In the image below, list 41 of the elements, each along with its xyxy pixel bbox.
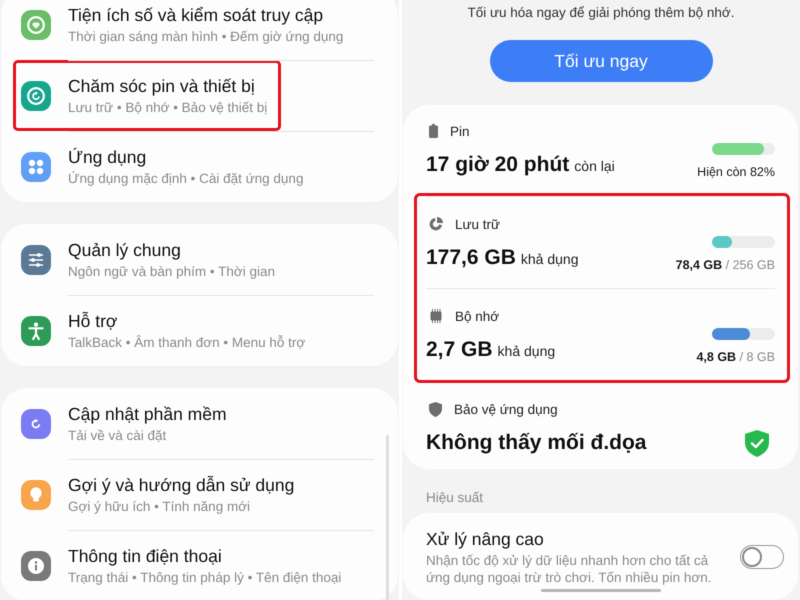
item-title[interactable]: Cập nhật phần mềm	[68, 404, 227, 424]
meter-value: 17 giờ 20 phút	[426, 152, 570, 178]
item-title[interactable]: Thông tin điện thoại	[68, 546, 342, 566]
battery-icon	[429, 124, 438, 138]
setting-description: Nhận tốc độ xử lý dữ liệu nhanh hơn cho tất cả ứng dụng ngoại trừ trò chơi. Tốn nhiều pin hơn.	[426, 552, 712, 586]
item-subtitle: Gợi ý hữu ích • Tính năng mới	[68, 498, 252, 514]
section-header: Hiệu suất	[426, 490, 484, 506]
shield-icon	[429, 402, 442, 416]
item-subtitle: Ứng dụng mặc định • Cài đặt ứng dụng	[68, 170, 304, 186]
pie-icon	[429, 217, 443, 231]
toggle-switch[interactable]	[740, 545, 784, 569]
shield-check-icon	[745, 430, 769, 456]
item-subtitle: Trạng thái • Thông tin pháp lý • Tên điện thoại	[68, 568, 342, 586]
meter-label: Bộ nhớ	[455, 308, 500, 324]
item-title[interactable]: Quản lý chung	[68, 240, 275, 260]
meter-label: Lưu trữ	[455, 216, 500, 232]
item-subtitle: Thời gian sáng màn hình • Đếm giờ ứng dụng	[68, 28, 344, 44]
item-title[interactable]: Tiện ích số và kiểm soát truy cập	[68, 4, 344, 26]
protection-label: Bảo vệ ứng dụng	[454, 402, 558, 416]
setting-title[interactable]: Xử lý nâng cao	[426, 529, 718, 550]
meter-reading: 4,8 GB / 8 GB	[696, 349, 775, 365]
chip-icon	[429, 309, 443, 323]
item-title[interactable]: Chăm sóc pin và thiết bị	[68, 76, 268, 96]
meter-suffix: khả dụng	[498, 343, 556, 359]
meter-suffix: còn lại	[574, 158, 615, 174]
meter-value: 2,7 GB	[426, 337, 493, 363]
optimize-button[interactable]: Tối ưu ngay	[490, 40, 712, 82]
meter-label: Pin	[450, 124, 470, 138]
meter-value: 177,6 GB	[426, 245, 516, 271]
item-title[interactable]: Ứng dụng	[68, 146, 304, 168]
item-title[interactable]: Gợi ý và hướng dẫn sử dụng	[68, 474, 294, 496]
item-subtitle: Lưu trữ • Bộ nhớ • Bảo vệ thiết bị	[68, 98, 268, 116]
protection-status: Không thấy mối đ.dọa	[426, 430, 646, 456]
meter-suffix: khả dụng	[520, 251, 578, 267]
hint-text: Tối ưu hóa ngay để giải phóng thêm bộ nhớ.	[466, 5, 736, 21]
meter-reading: 78,4 GB / 256 GB	[676, 257, 775, 273]
item-subtitle: Ngôn ngữ và bàn phím • Thời gian	[68, 262, 275, 280]
item-subtitle: TalkBack • Âm thanh đơn • Menu hỗ trợ	[68, 334, 306, 350]
item-subtitle: Tải về và cài đặt	[68, 426, 168, 444]
meter-reading: Hiện còn 82%	[697, 164, 775, 180]
item-title[interactable]: Hỗ trợ	[68, 310, 306, 332]
